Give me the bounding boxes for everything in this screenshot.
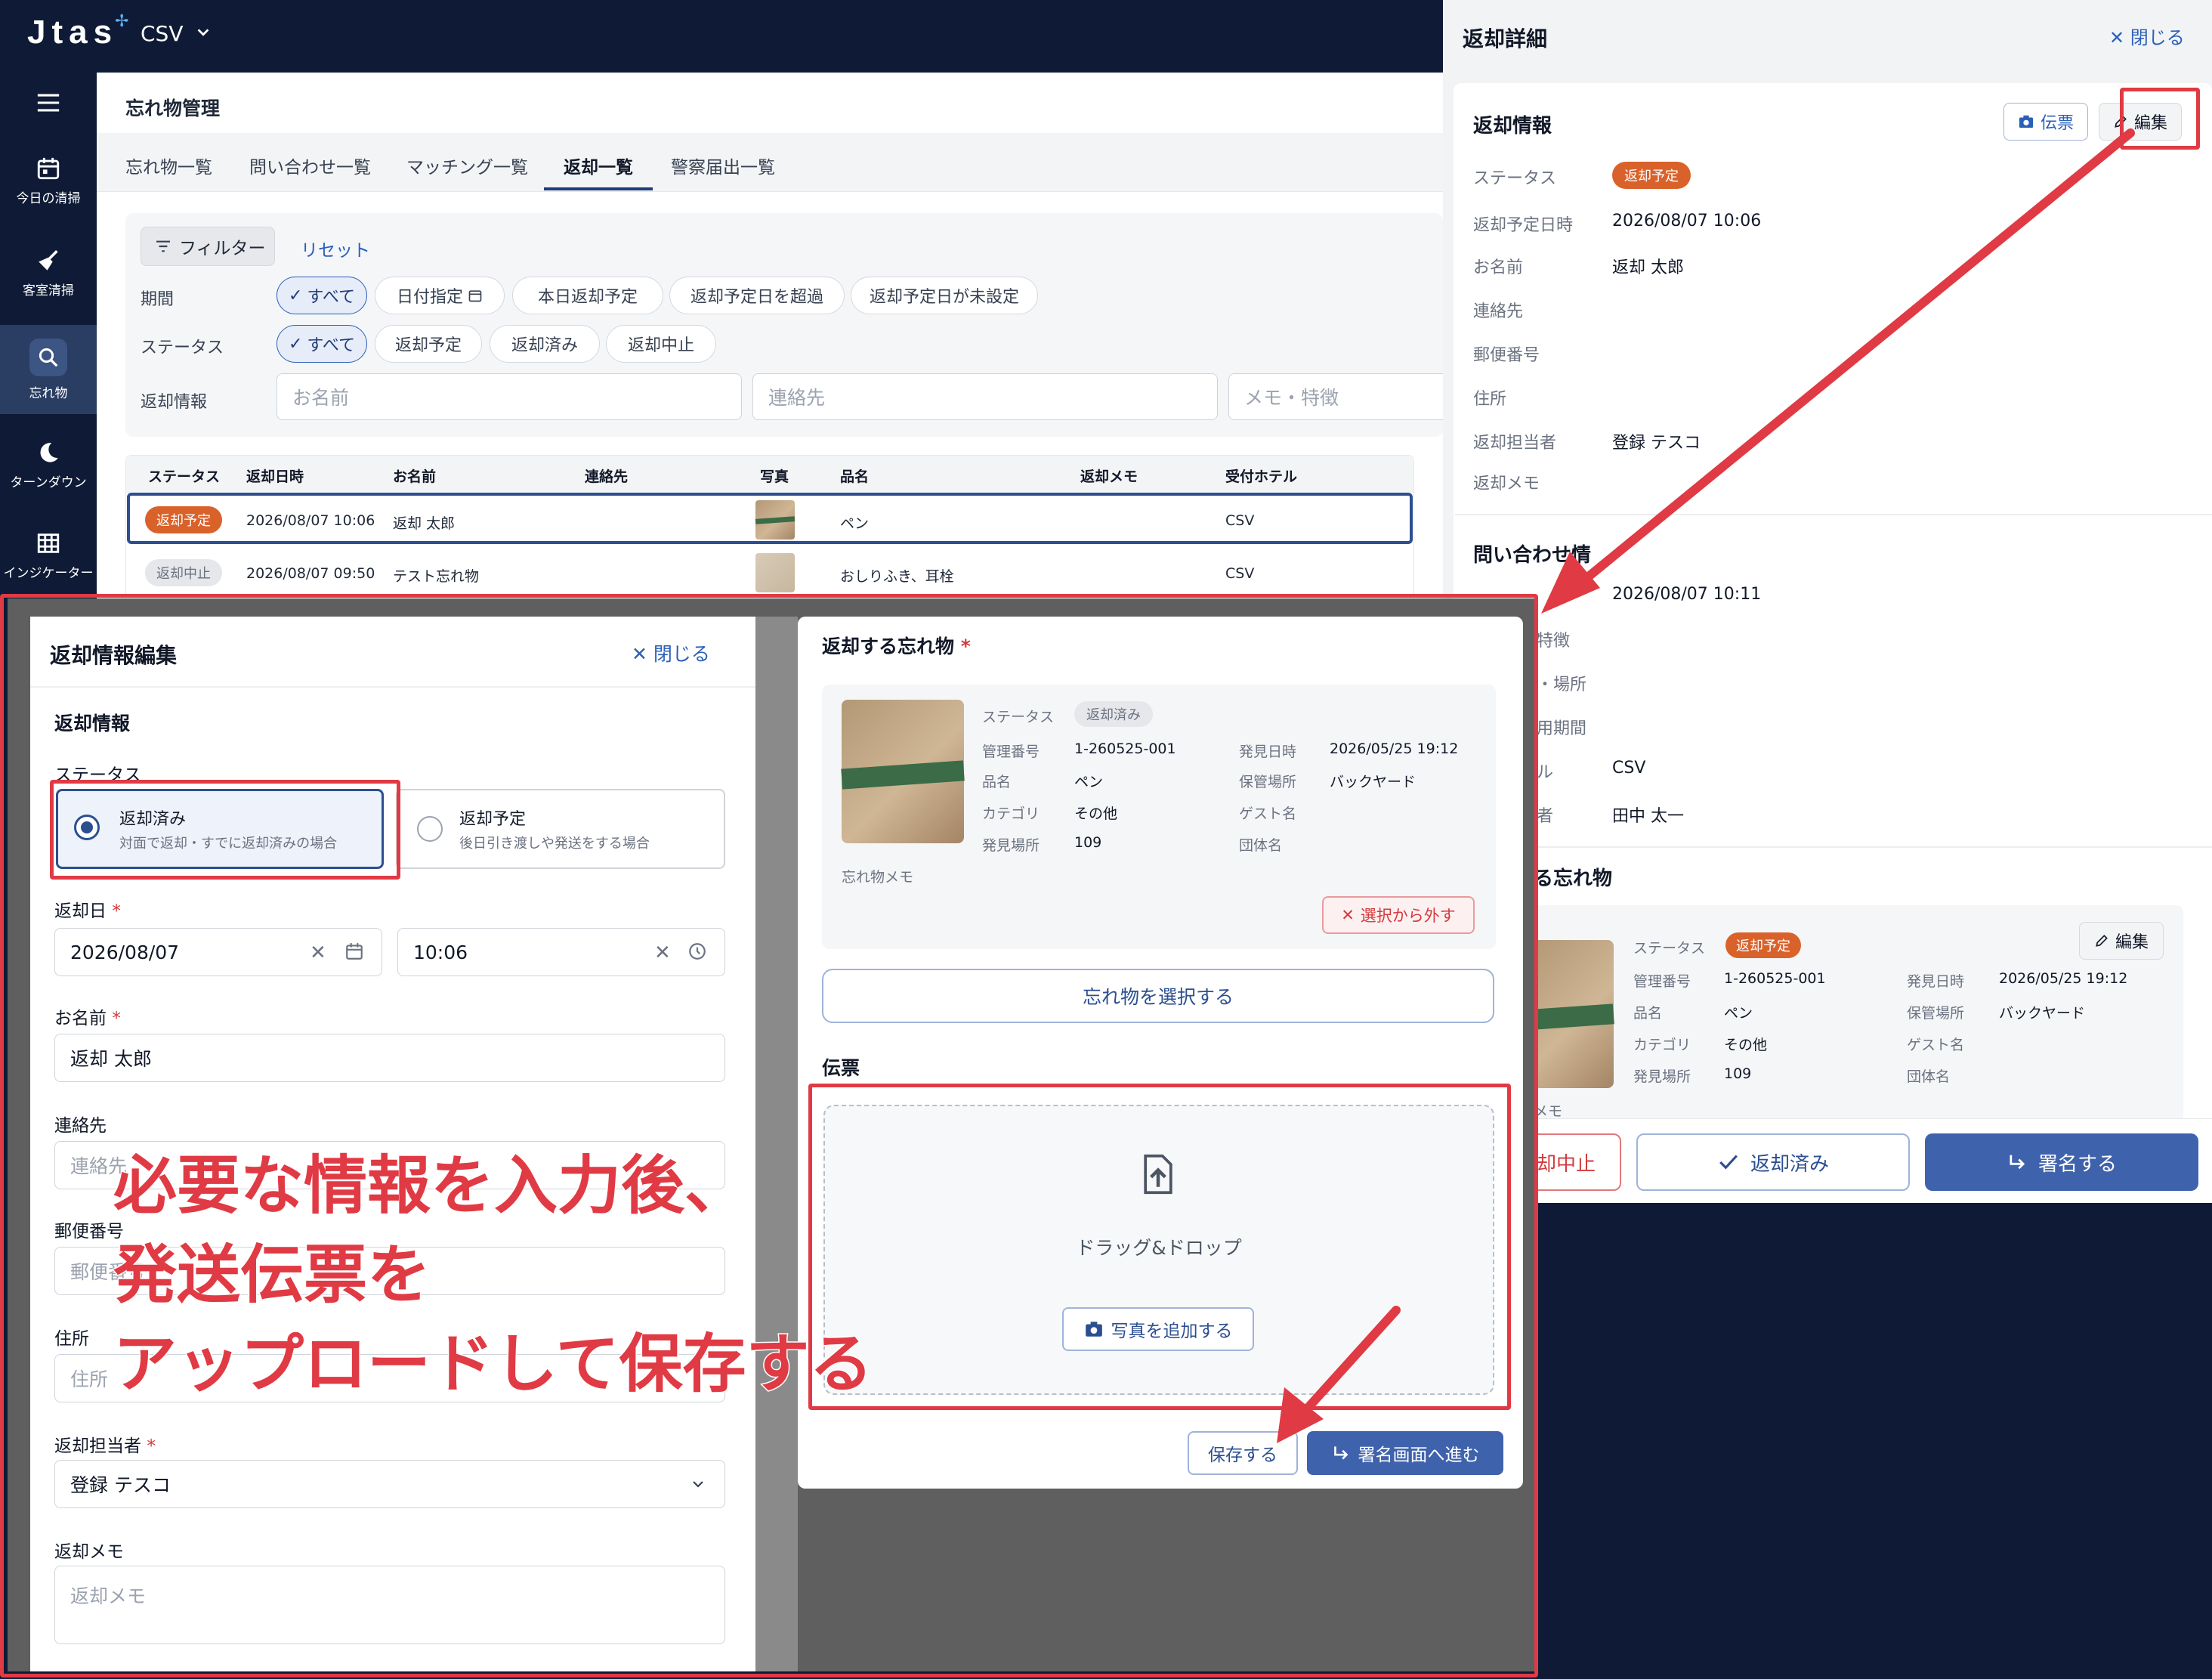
annotation-arrows [1277,128,2135,1443]
annotation-text: 必要な情報を入力後、 発送伝票を アップロードして保存する [112,1148,873,1402]
